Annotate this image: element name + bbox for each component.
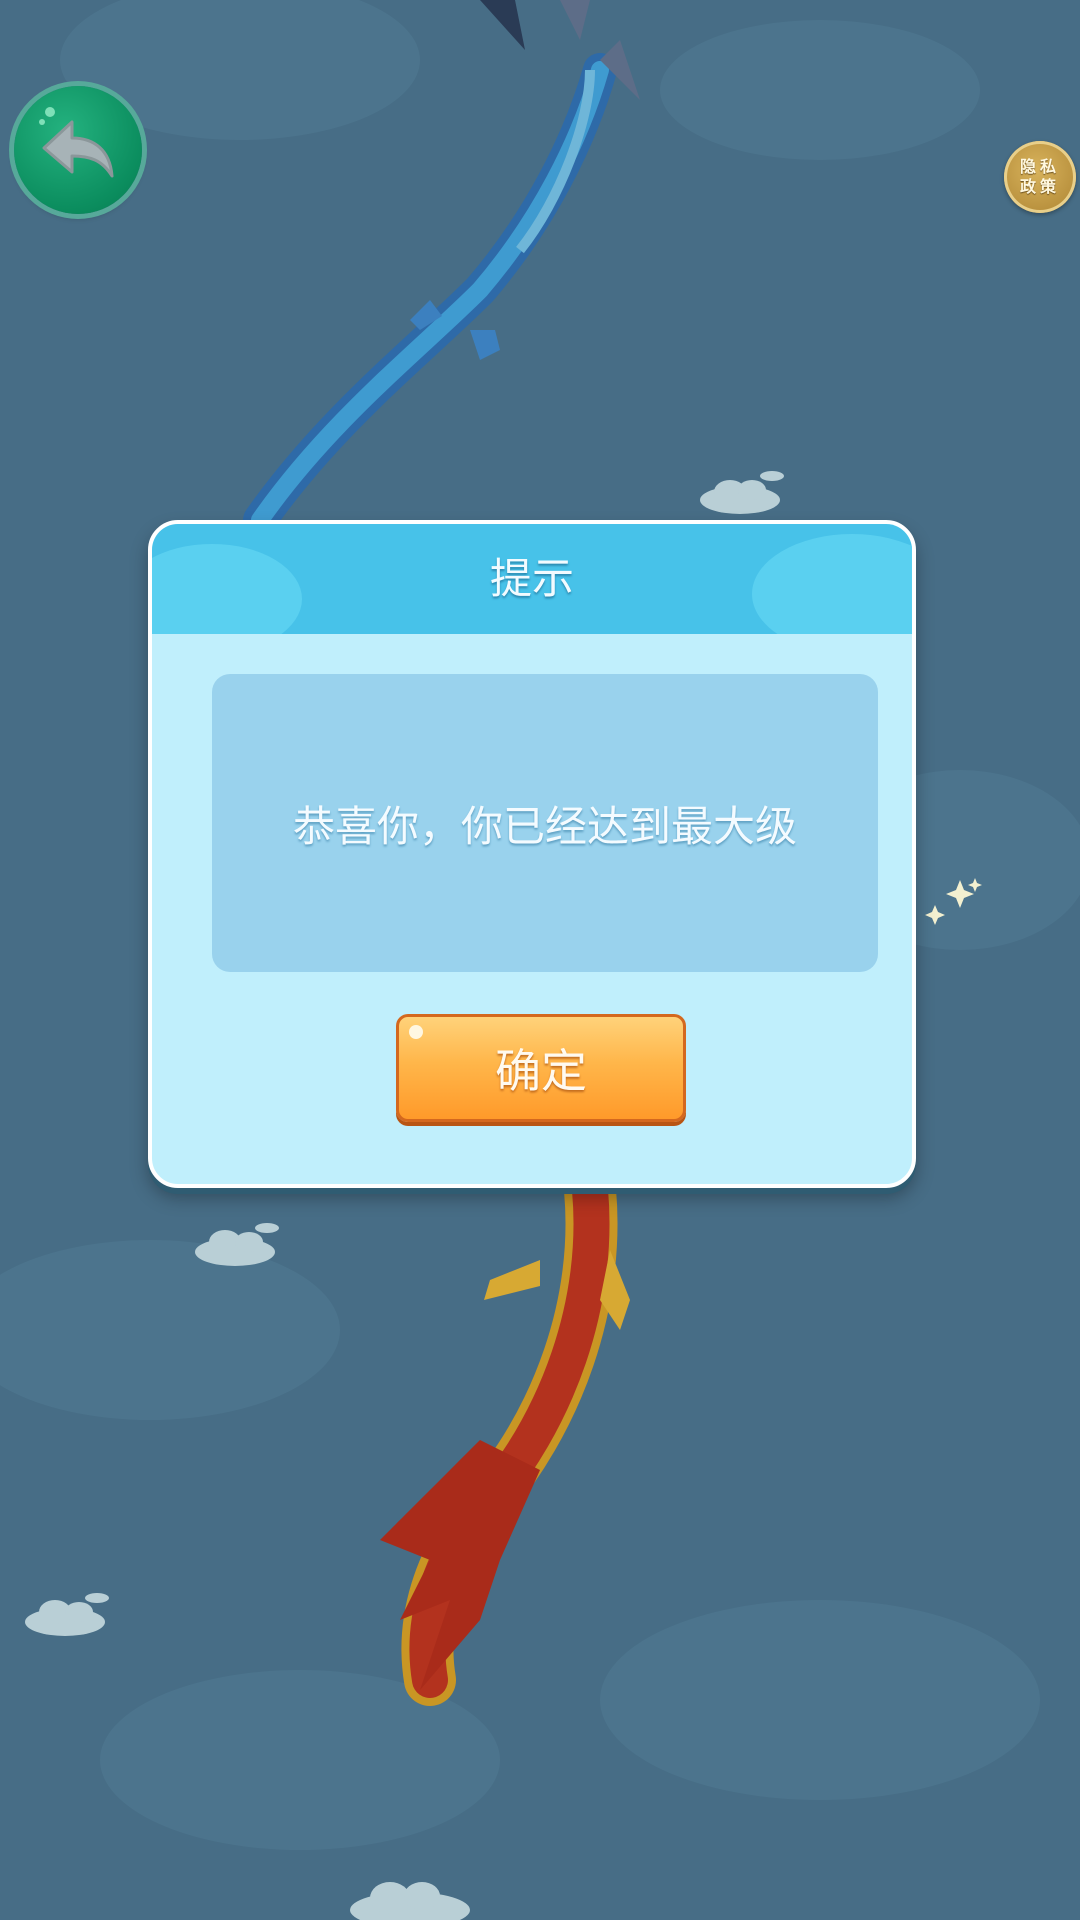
button-shine <box>409 1025 423 1039</box>
message-box: 恭喜你，你已经达到最大级 <box>212 674 878 972</box>
dialog-message: 恭喜你，你已经达到最大级 <box>292 801 797 851</box>
back-button[interactable] <box>14 86 142 214</box>
level-max-dialog: 提示 恭喜你，你已经达到最大级 确定 <box>148 520 916 1188</box>
red-dragon-tail <box>380 1164 630 1706</box>
confirm-button[interactable]: 确定 <box>396 1014 686 1122</box>
privacy-label-line1: 隐私 <box>1019 157 1060 176</box>
privacy-label-line2: 政策 <box>1019 177 1060 196</box>
dialog-header: 提示 <box>152 524 912 634</box>
game-screen: 隐私 政策 提示 恭喜你，你已经达到最大级 确定 <box>0 0 1080 1920</box>
dialog-title: 提示 <box>489 554 574 603</box>
privacy-policy-button[interactable]: 隐私 政策 <box>1004 141 1076 213</box>
confirm-label: 确定 <box>495 1044 587 1098</box>
undo-arrow-icon <box>39 107 114 178</box>
